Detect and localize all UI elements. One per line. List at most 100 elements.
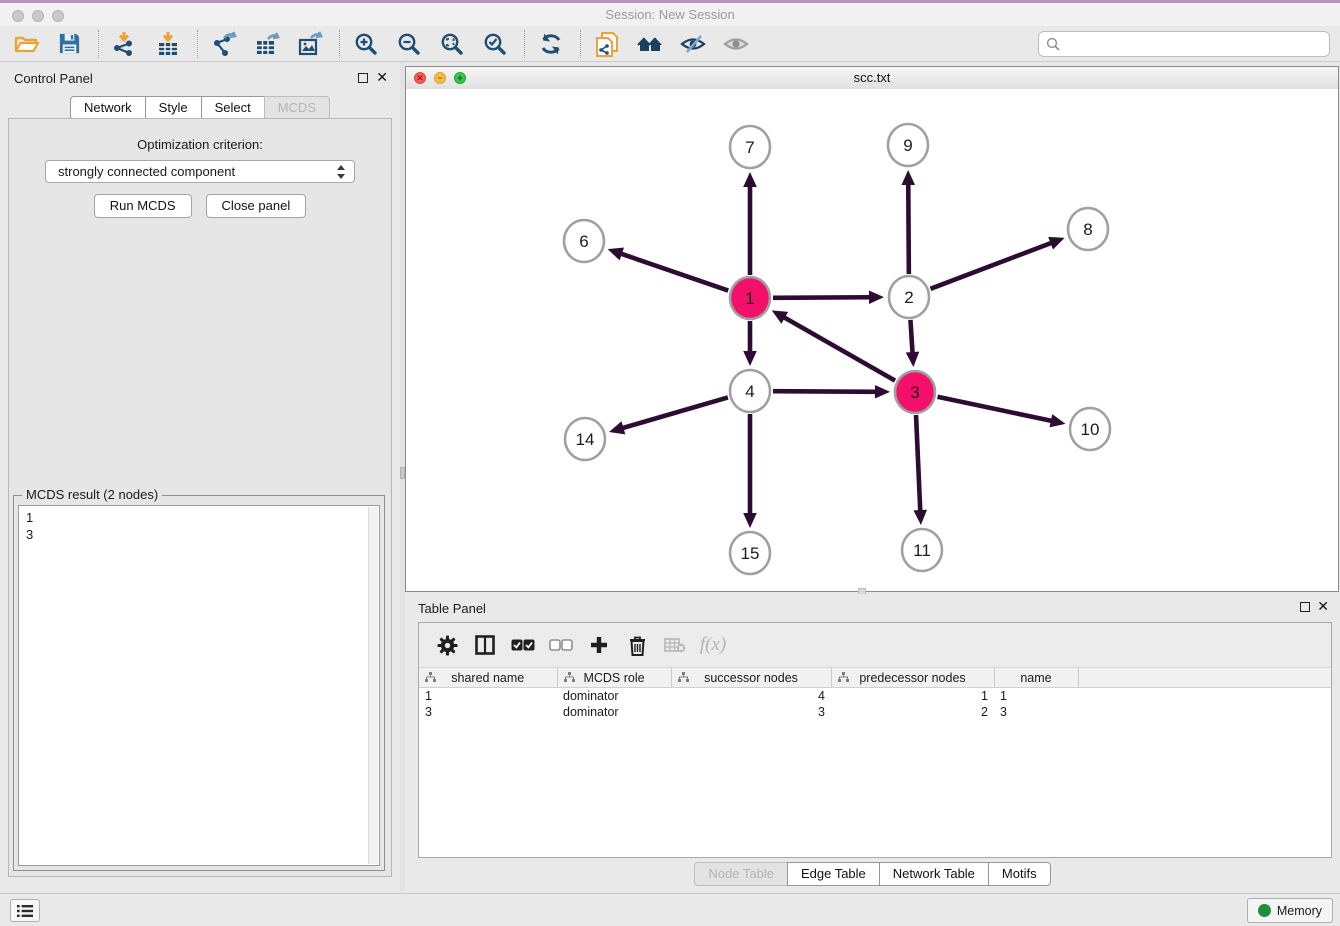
table-cell[interactable]: 1 bbox=[994, 688, 1078, 705]
node-7[interactable]: 7 bbox=[730, 126, 770, 168]
zoom-in-button[interactable] bbox=[350, 29, 382, 59]
zoom-selected-button[interactable] bbox=[479, 29, 511, 59]
node-8[interactable]: 8 bbox=[1068, 208, 1108, 250]
close-panel-button[interactable]: Close panel bbox=[206, 194, 307, 218]
zoom-fit-button[interactable] bbox=[436, 29, 468, 59]
edge-1-6[interactable] bbox=[608, 248, 729, 291]
table-float-icon[interactable] bbox=[1300, 602, 1310, 612]
create-column-button[interactable] bbox=[584, 630, 614, 660]
export-image-button[interactable] bbox=[294, 29, 326, 59]
float-panel-icon[interactable] bbox=[358, 73, 368, 83]
import-table-button[interactable] bbox=[152, 29, 184, 59]
delete-columns-button[interactable] bbox=[622, 630, 652, 660]
clone-network-button[interactable] bbox=[591, 29, 623, 59]
table-cell[interactable]: dominator bbox=[557, 704, 671, 720]
table-cell[interactable]: 1 bbox=[419, 688, 557, 705]
node-6[interactable]: 6 bbox=[564, 220, 604, 262]
node-1[interactable]: 1 bbox=[730, 277, 770, 319]
tab-node-table[interactable]: Node Table bbox=[694, 862, 788, 886]
edge-4-3[interactable] bbox=[773, 385, 890, 399]
edge-4-15[interactable] bbox=[743, 414, 757, 528]
criterion-select-value: strongly connected component bbox=[58, 164, 336, 179]
edge-4-14[interactable] bbox=[609, 397, 728, 434]
edge-2-9[interactable] bbox=[901, 170, 915, 274]
task-history-button[interactable] bbox=[10, 899, 40, 922]
edge-1-4[interactable] bbox=[743, 321, 757, 366]
edge-1-2[interactable] bbox=[773, 290, 884, 304]
node-2[interactable]: 2 bbox=[889, 276, 929, 318]
mcds-result-area[interactable]: 13 bbox=[18, 505, 380, 866]
criterion-select[interactable]: strongly connected component bbox=[45, 160, 355, 183]
node-10[interactable]: 10 bbox=[1070, 408, 1110, 450]
tab-network-table[interactable]: Network Table bbox=[879, 862, 989, 886]
column-header-shared-name[interactable]: shared name bbox=[419, 668, 557, 688]
table-cell[interactable]: 3 bbox=[994, 704, 1078, 720]
checked-boxes-icon bbox=[511, 638, 535, 652]
tab-edge-table[interactable]: Edge Table bbox=[787, 862, 880, 886]
node-3[interactable]: 3 bbox=[895, 371, 935, 413]
node-4[interactable]: 4 bbox=[730, 370, 770, 412]
column-header-successor-nodes[interactable]: successor nodes bbox=[671, 668, 831, 688]
table-mode-button[interactable] bbox=[432, 630, 462, 660]
tab-motifs[interactable]: Motifs bbox=[988, 862, 1051, 886]
network-window-titlebar[interactable]: ✕ − + scc.txt bbox=[406, 67, 1338, 90]
network-canvas[interactable]: 7 9 6 8 1 2 4 3 14 10 15 11 bbox=[406, 89, 1338, 591]
table-row[interactable]: 3dominator323 bbox=[419, 704, 1331, 720]
node-11[interactable]: 11 bbox=[902, 529, 942, 571]
result-scrollbar[interactable] bbox=[368, 507, 378, 864]
table-cell[interactable]: dominator bbox=[557, 688, 671, 705]
table-cell[interactable]: 4 bbox=[671, 688, 831, 705]
node-table[interactable]: shared nameMCDS rolesuccessor nodesprede… bbox=[419, 667, 1331, 720]
svg-text:2: 2 bbox=[904, 288, 913, 307]
list-icon bbox=[16, 903, 34, 919]
tab-mcds[interactable]: MCDS bbox=[264, 96, 330, 120]
edge-3-1[interactable] bbox=[772, 310, 895, 380]
svg-text:10: 10 bbox=[1081, 420, 1100, 439]
table-cell[interactable]: 2 bbox=[831, 704, 994, 720]
save-session-button[interactable] bbox=[53, 29, 85, 59]
run-mcds-button[interactable]: Run MCDS bbox=[94, 194, 192, 218]
import-network-button[interactable] bbox=[109, 29, 141, 59]
tab-select[interactable]: Select bbox=[201, 96, 265, 120]
table-close-icon[interactable]: ✕ bbox=[1317, 598, 1329, 615]
network-graph[interactable]: 7 9 6 8 1 2 4 3 14 10 15 11 bbox=[406, 89, 1338, 591]
zoom-out-button[interactable] bbox=[393, 29, 425, 59]
svg-text:7: 7 bbox=[745, 138, 754, 157]
node-9[interactable]: 9 bbox=[888, 124, 928, 166]
edge-3-11[interactable] bbox=[913, 415, 927, 525]
open-session-button[interactable] bbox=[10, 29, 42, 59]
table-cell[interactable]: 1 bbox=[831, 688, 994, 705]
table-row[interactable]: 1dominator411 bbox=[419, 688, 1331, 705]
deselect-all-rows-button[interactable] bbox=[546, 630, 576, 660]
search-input[interactable] bbox=[1065, 36, 1329, 53]
export-table-button[interactable] bbox=[251, 29, 283, 59]
control-panel-title: Control Panel bbox=[14, 71, 93, 86]
column-header-MCDS-role[interactable]: MCDS role bbox=[557, 668, 671, 688]
column-header-name[interactable]: name bbox=[994, 668, 1078, 688]
column-hierarchy-icon bbox=[838, 672, 849, 683]
first-neighbors-button[interactable] bbox=[634, 29, 666, 59]
refresh-button[interactable] bbox=[535, 29, 567, 59]
table-cell[interactable]: 3 bbox=[419, 704, 557, 720]
node-14[interactable]: 14 bbox=[565, 418, 605, 460]
edge-2-8[interactable] bbox=[931, 237, 1065, 289]
edge-2-3[interactable] bbox=[906, 320, 920, 367]
edge-1-7[interactable] bbox=[743, 172, 757, 275]
search-field[interactable] bbox=[1038, 31, 1330, 57]
select-all-rows-button[interactable] bbox=[508, 630, 538, 660]
node-15[interactable]: 15 bbox=[730, 532, 770, 574]
column-hierarchy-icon bbox=[564, 672, 575, 683]
hide-selected-button[interactable] bbox=[677, 29, 709, 59]
memory-button[interactable]: Memory bbox=[1247, 898, 1333, 923]
show-all-button[interactable] bbox=[720, 29, 752, 59]
close-panel-icon[interactable]: ✕ bbox=[376, 69, 388, 86]
edge-3-10[interactable] bbox=[938, 397, 1066, 428]
column-header-predecessor-nodes[interactable]: predecessor nodes bbox=[831, 668, 994, 688]
export-network-button[interactable] bbox=[208, 29, 240, 59]
memory-label: Memory bbox=[1277, 904, 1322, 918]
tab-style[interactable]: Style bbox=[145, 96, 202, 120]
table-cell[interactable]: 3 bbox=[671, 704, 831, 720]
tab-network[interactable]: Network bbox=[70, 96, 146, 120]
search-icon bbox=[1046, 37, 1060, 51]
show-hide-columns-button[interactable] bbox=[470, 630, 500, 660]
